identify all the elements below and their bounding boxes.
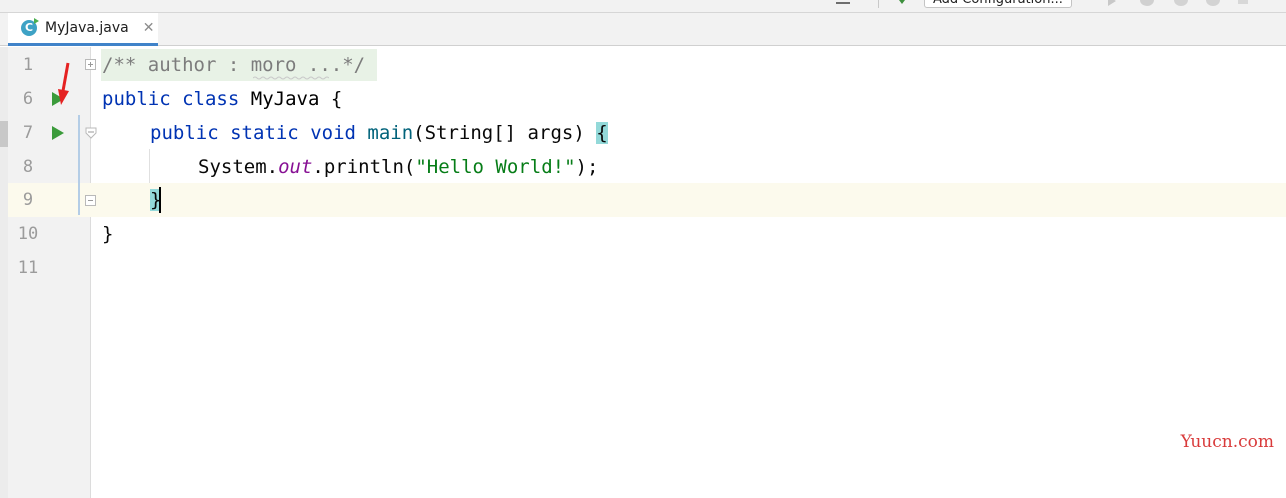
method-declaration: public static void main(String[] args) { [150,116,608,150]
open-brace: { [330,88,343,110]
collapse-fold-icon[interactable] [85,127,97,139]
line-number: 9 [22,190,34,210]
code-line-1: 1 /** author : moro ...*/ [0,48,1286,82]
warning-squiggle [253,76,329,80]
coverage-icon[interactable] [1206,0,1220,6]
statement-end: ); [575,156,599,178]
expand-fold-icon[interactable] [85,59,96,70]
line-number: 8 [22,157,34,177]
code-line-8: 8 System.out.println("Hello World!"); [0,150,1286,184]
matched-open-brace: { [596,122,608,144]
line-number: 7 [22,123,34,143]
editor-tab-bar: C MyJava.java ✕ [0,13,1286,46]
close-icon[interactable]: ✕ [143,21,155,35]
tab-label: MyJava.java [45,20,129,36]
code-line-6: 6 public class MyJava { [0,82,1286,116]
code-line-9: 9 } [0,183,1286,217]
string-literal: "Hello World!" [415,156,576,178]
class-icon: C [21,18,39,36]
menu-icon[interactable] [836,0,850,4]
code-editor[interactable]: 1 /** author : moro ...*/ 6 public class… [0,47,1286,498]
keyword-class: class [182,88,240,110]
println-call: .println( [312,156,416,178]
tab-myjava[interactable]: C MyJava.java ✕ [8,13,158,46]
method-name: main [367,122,414,144]
line-number: 10 [17,224,39,244]
fold-end-icon[interactable] [85,195,96,206]
build-icon[interactable] [896,0,908,4]
keyword-public: public [150,122,219,144]
class-declaration: public class MyJava { [102,82,342,116]
keyword-public: public [102,88,171,110]
text-caret [159,187,161,213]
more-icon[interactable] [1238,0,1248,4]
annotation-arrow-icon [58,62,70,105]
class-name: MyJava [250,88,320,110]
watermark: Yuucn.com [1180,432,1274,452]
method-params: (String[] args) [413,122,597,144]
line-number: 1 [22,55,34,75]
code-line-7: 7 public static void main(String[] args)… [0,116,1286,150]
class-close: } [102,223,114,245]
code-line-11: 11 [0,251,1286,285]
out-field: out [278,156,313,178]
add-configuration-button[interactable]: Add Configuration... [924,0,1072,8]
keyword-static: static [230,122,299,144]
profile-icon[interactable] [1174,0,1188,6]
println-statement: System.out.println("Hello World!"); [198,150,598,184]
line-number: 11 [17,258,39,278]
toolbar-separator [878,0,879,8]
system-class: System. [198,156,279,178]
run-icon[interactable] [1108,0,1116,6]
line-number: 6 [22,89,34,109]
keyword-void: void [310,122,356,144]
main-toolbar: Add Configuration... [0,0,1286,13]
code-line-10: 10 } [0,217,1286,251]
debug-icon[interactable] [1140,0,1154,6]
run-main-icon[interactable] [52,126,64,140]
